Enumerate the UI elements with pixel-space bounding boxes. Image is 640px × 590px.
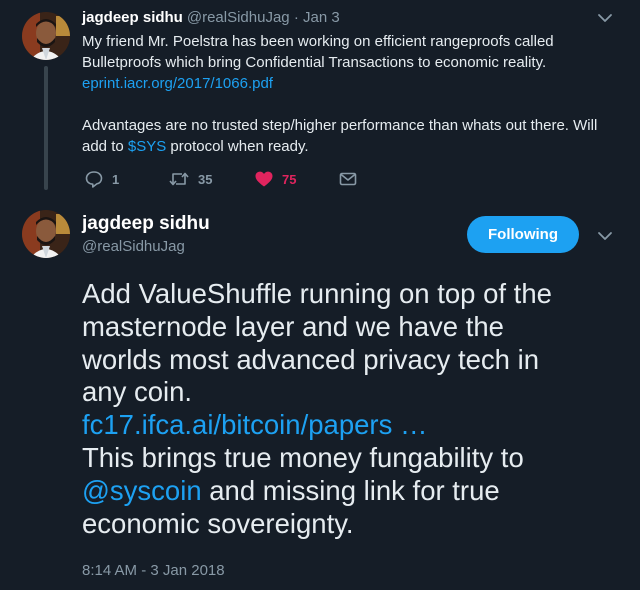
text-fragment: protocol when ready. xyxy=(166,138,309,155)
tweet-timestamp[interactable]: 8:14 AM - 3 Jan 2018 xyxy=(82,562,225,579)
chevron-down-icon[interactable] xyxy=(596,227,614,245)
tweet-thread: jagdeep sidhu @realSidhuJag · Jan 3 My fr… xyxy=(0,0,640,590)
tweet-text-line: any coin. xyxy=(82,376,193,408)
tweet-text-line: My friend Mr. Poelstra has been working … xyxy=(82,33,554,50)
parent-tweet[interactable]: jagdeep sidhu @realSidhuJag · Jan 3 My fr… xyxy=(0,0,640,200)
retweet-count: 35 xyxy=(198,171,213,187)
reply-icon xyxy=(85,171,103,188)
handle-and-date[interactable]: @realSidhuJag · Jan 3 xyxy=(187,9,340,26)
text-fragment: add to xyxy=(82,138,128,155)
tweet-text-line: @syscoin and missing link for true xyxy=(82,475,632,508)
following-button[interactable]: Following xyxy=(467,216,579,253)
text-fragment: and missing link for true xyxy=(201,474,500,506)
focused-tweet-text: Add ValueShuffle running on top of the m… xyxy=(82,278,632,540)
papers-link[interactable]: fc17.ifca.ai/bitcoin/papers … xyxy=(82,409,427,440)
like-count: 75 xyxy=(282,171,297,187)
avatar[interactable] xyxy=(22,210,70,258)
reply-button[interactable]: 1 xyxy=(84,166,119,192)
tweet-text-line: Bulletproofs which bring Confidential Tr… xyxy=(82,54,547,71)
author-handle[interactable]: @realSidhuJag xyxy=(82,238,185,255)
tweet-text-line: worlds most advanced privacy tech in xyxy=(82,343,540,375)
like-button[interactable]: 75 xyxy=(254,166,296,192)
cashtag-link[interactable]: $SYS xyxy=(128,138,166,155)
mention-link[interactable]: @syscoin xyxy=(82,475,202,506)
paper-link[interactable]: eprint.iacr.org/2017/1066.pdf xyxy=(82,75,273,92)
tweet-text-line: add to $SYS protocol when ready. xyxy=(82,136,622,157)
author-name[interactable]: jagdeep sidhu xyxy=(82,9,183,26)
tweet-text-line: economic sovereignty. xyxy=(82,507,354,539)
tweet-text: My friend Mr. Poelstra has been working … xyxy=(82,31,622,157)
tweet-text-line: Add ValueShuffle running on top of the xyxy=(82,278,552,309)
direct-message-button[interactable] xyxy=(338,166,358,192)
reply-count: 1 xyxy=(112,171,120,187)
avatar[interactable] xyxy=(22,12,70,60)
heart-icon xyxy=(255,171,273,187)
retweet-icon xyxy=(169,172,189,186)
tweet-actions: 1 35 75 xyxy=(82,166,382,192)
author-name[interactable]: jagdeep sidhu xyxy=(82,213,210,235)
tweet-text-line: masternode layer and we have the xyxy=(82,310,504,342)
thread-connector-line xyxy=(44,66,48,190)
tweet-text-line: This brings true money fungability to xyxy=(82,441,524,473)
tweet-header: jagdeep sidhu @realSidhuJag · Jan 3 xyxy=(82,9,340,26)
tweet-text-line: Advantages are no trusted step/higher pe… xyxy=(82,117,598,134)
chevron-down-icon[interactable] xyxy=(596,9,614,27)
envelope-icon xyxy=(339,172,357,186)
retweet-button[interactable]: 35 xyxy=(168,166,212,192)
